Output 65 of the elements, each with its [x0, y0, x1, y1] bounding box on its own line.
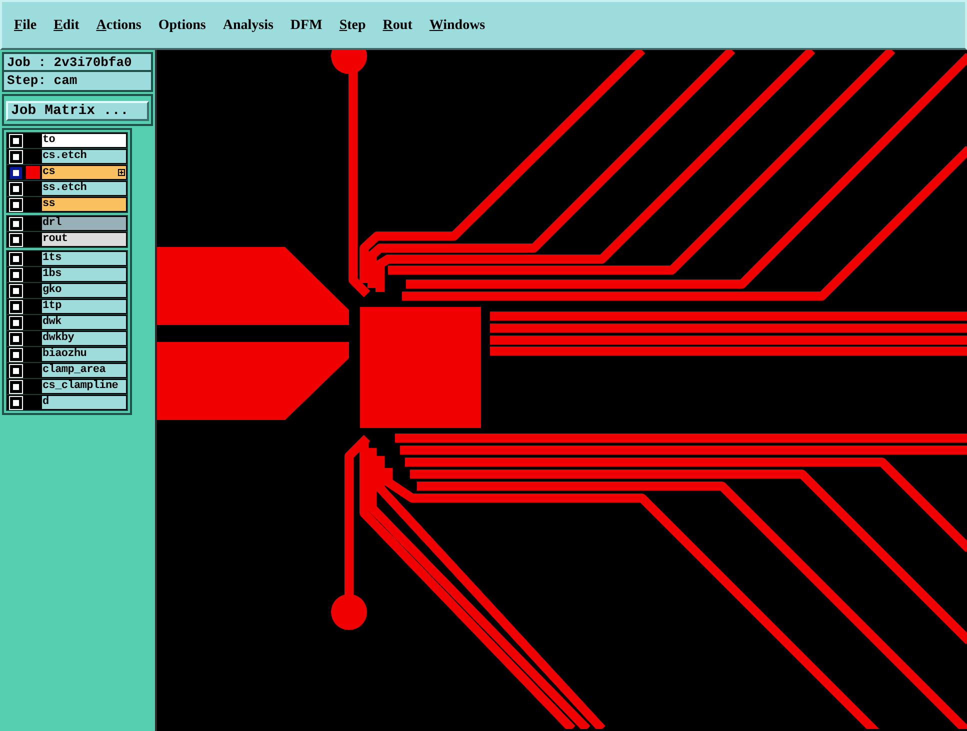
- layer-checkbox[interactable]: [10, 234, 22, 246]
- layer-checkbox[interactable]: [10, 396, 22, 408]
- menu-item[interactable]: Actions: [96, 14, 142, 36]
- layer-name: clamp_area: [42, 364, 106, 377]
- layer-name: cs: [42, 166, 56, 179]
- layer-name: biaozhu: [42, 348, 87, 361]
- menu-item[interactable]: File: [14, 14, 37, 36]
- layer-row[interactable]: biaozhu: [7, 347, 127, 362]
- layer-row[interactable]: 1tp: [7, 299, 127, 314]
- layer-checkbox[interactable]: [10, 268, 22, 280]
- layer-row[interactable]: clamp_area: [7, 363, 127, 378]
- layer-checkbox[interactable]: [10, 348, 22, 360]
- layer-row[interactable]: gko: [7, 283, 127, 298]
- layer-row[interactable]: ss: [7, 197, 127, 212]
- layer-name: cs.etch: [42, 150, 87, 163]
- layer-name: ss.etch: [42, 182, 87, 195]
- layer-row[interactable]: drl: [7, 216, 127, 231]
- menu-item[interactable]: Options: [158, 14, 206, 36]
- layer-checkbox[interactable]: [10, 284, 22, 296]
- menu-item[interactable]: Analysis: [222, 14, 274, 36]
- layer-name: d: [42, 396, 49, 409]
- layer-checkbox[interactable]: [10, 150, 22, 162]
- menu-item[interactable]: Rout: [382, 14, 412, 36]
- layer-checkbox[interactable]: [10, 218, 22, 230]
- menu-item[interactable]: Windows: [429, 14, 486, 36]
- job-matrix-button[interactable]: Job Matrix ...: [6, 101, 149, 121]
- layer-checkbox[interactable]: [10, 182, 22, 194]
- layer-name: 1bs: [42, 268, 62, 281]
- layer-checkbox[interactable]: [10, 300, 22, 312]
- layer-checkbox[interactable]: [10, 252, 22, 264]
- layer-row[interactable]: cs.etch: [7, 149, 127, 164]
- layer-name: ss: [42, 198, 56, 211]
- menu-item[interactable]: Step: [339, 14, 366, 36]
- layer-checkbox[interactable]: [10, 364, 22, 376]
- layer-checkbox[interactable]: [10, 166, 22, 178]
- menu-item[interactable]: DFM: [290, 14, 322, 36]
- layer-name: drl: [42, 217, 62, 230]
- layer-name: rout: [42, 233, 68, 246]
- layer-row[interactable]: cs_clampline: [7, 379, 127, 394]
- layer-row[interactable]: dwkby: [7, 331, 127, 346]
- layer-name: 1ts: [42, 252, 62, 265]
- job-label: Job : 2v3i70bfa0: [4, 54, 151, 72]
- layer-checkbox[interactable]: [10, 198, 22, 210]
- layer-name: 1tp: [42, 300, 62, 313]
- layer-row[interactable]: 1ts: [7, 251, 127, 266]
- menu-item[interactable]: Edit: [54, 14, 80, 36]
- layer-name: dwk: [42, 316, 62, 329]
- layer-checkbox[interactable]: [10, 380, 22, 392]
- layer-color-swatch: [26, 166, 40, 179]
- layer-row[interactable]: 1bs: [7, 267, 127, 282]
- layer-row[interactable]: rout: [7, 232, 127, 247]
- layer-row[interactable]: to: [7, 133, 127, 148]
- plus-box-icon: [118, 169, 125, 176]
- layer-checkbox[interactable]: [10, 316, 22, 328]
- layer-checkbox[interactable]: [10, 134, 22, 146]
- layer-name: to: [42, 134, 56, 147]
- layer-row[interactable]: cs: [7, 165, 127, 180]
- layer-row[interactable]: dwk: [7, 315, 127, 330]
- layer-name: dwkby: [42, 332, 74, 345]
- layer-row[interactable]: d: [7, 395, 127, 410]
- layer-name: gko: [42, 284, 62, 297]
- step-label: Step: cam: [6, 72, 78, 90]
- layer-checkbox[interactable]: [10, 332, 22, 344]
- layer-row[interactable]: ss.etch: [7, 181, 127, 196]
- layer-name: cs_clampline: [42, 380, 118, 393]
